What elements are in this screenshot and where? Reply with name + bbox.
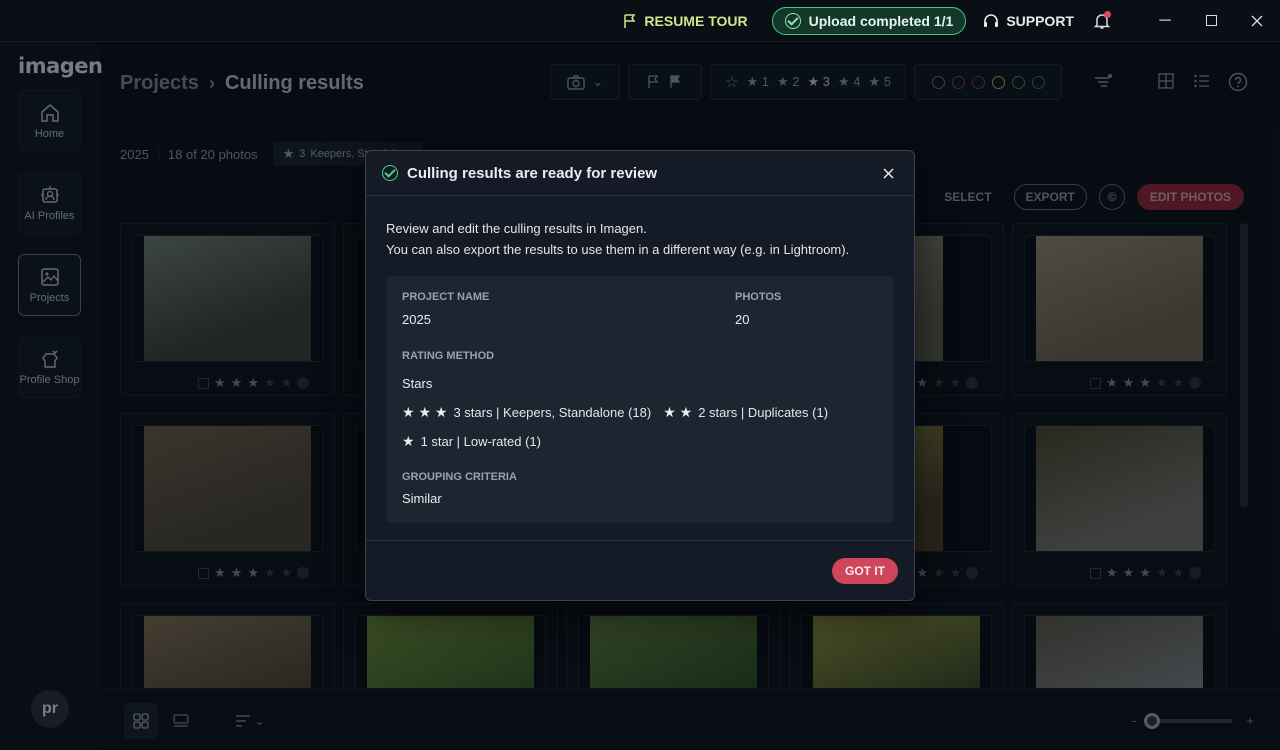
project-name-field: PROJECT NAME 2025	[402, 291, 489, 327]
support-label: SUPPORT	[1006, 12, 1074, 29]
dialog-title: Culling results are ready for review	[407, 164, 658, 182]
rating-method-label: RATING METHOD	[402, 350, 495, 362]
dialog-body: Review and edit the culling results in I…	[366, 196, 914, 523]
star-icon: ★	[402, 433, 415, 449]
maximize-button[interactable]	[1188, 5, 1234, 37]
notifications-button[interactable]	[1092, 10, 1112, 31]
check-circle-icon	[382, 165, 398, 181]
dialog-footer: GOT IT	[366, 540, 914, 600]
dialog-header: Culling results are ready for review	[366, 151, 914, 196]
support-button[interactable]: SUPPORT	[982, 12, 1074, 30]
minimize-icon: ─	[1159, 11, 1171, 29]
dialog-description-1: Review and edit the culling results in I…	[386, 221, 647, 236]
title-bar: RESUME TOUR Upload completed 1/1 SUPPORT…	[0, 0, 1280, 42]
maximize-icon	[1205, 15, 1217, 26]
photos-value: 20	[735, 312, 750, 327]
resume-tour-button[interactable]: RESUME TOUR	[622, 12, 748, 29]
notification-dot	[1104, 10, 1111, 18]
dialog-description-2: You can also export the results to use t…	[386, 242, 850, 257]
culling-summary-panel: PROJECT NAME 2025 PHOTOS 20 RATING METHO…	[386, 276, 894, 523]
got-it-button[interactable]: GOT IT	[832, 558, 898, 584]
close-icon	[882, 167, 894, 179]
rating-legend-row-2: ★ 1 star | Low-rated (1)	[402, 433, 541, 450]
resume-tour-label: RESUME TOUR	[644, 12, 748, 29]
star-icon: ★ ★ ★	[402, 404, 448, 420]
star-icon: ★ ★	[663, 404, 693, 420]
photos-label: PHOTOS	[735, 291, 782, 303]
rating-2-text: 2 stars | Duplicates (1)	[698, 405, 829, 420]
upload-status-badge[interactable]: Upload completed 1/1	[771, 6, 967, 35]
photos-field: PHOTOS 20	[735, 291, 781, 327]
dialog-close-button[interactable]	[878, 163, 898, 184]
project-name-label: PROJECT NAME	[402, 291, 490, 303]
close-icon	[1251, 15, 1263, 26]
close-window-button[interactable]	[1234, 5, 1280, 37]
flag-icon	[624, 13, 636, 28]
grouping-criteria-label: GROUPING CRITERIA	[402, 471, 517, 483]
grouping-criteria-field: GROUPING CRITERIA Similar	[402, 471, 517, 506]
rating-method-value: Stars	[402, 376, 433, 391]
rating-3-text: 3 stars | Keepers, Standalone (18)	[453, 405, 652, 420]
rating-legend-row-1: ★ ★ ★ 3 stars | Keepers, Standalone (18)…	[402, 404, 828, 421]
headset-icon	[984, 13, 999, 27]
upload-status-label: Upload completed 1/1	[808, 12, 954, 29]
check-circle-icon	[784, 12, 801, 29]
rating-1-text: 1 star | Low-rated (1)	[420, 434, 541, 449]
project-name-value: 2025	[402, 312, 431, 327]
minimize-button[interactable]: ─	[1142, 5, 1188, 37]
grouping-criteria-value: Similar	[402, 491, 442, 506]
rating-method-field: RATING METHOD Stars	[402, 350, 494, 391]
culling-results-dialog: Culling results are ready for review Rev…	[365, 150, 915, 601]
